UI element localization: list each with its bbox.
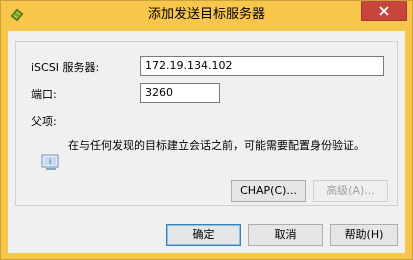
server-input[interactable]: 172.19.134.102 [140,56,384,76]
info-icon: i [41,154,59,170]
title-bar[interactable]: 添加发送目标服务器 [1,1,412,31]
chap-button[interactable]: CHAP(C)... [231,180,306,202]
parent-label: 父项: [31,115,57,128]
svg-text:i: i [49,157,51,166]
port-input[interactable]: 3260 [140,83,220,103]
window-title: 添加发送目标服务器 [147,7,265,22]
server-label: iSCSI 服务器: [31,61,100,74]
cancel-button[interactable]: 取消 [248,224,323,246]
help-button[interactable]: 帮助(H) [330,224,398,246]
auth-info-text: 在与任何发现的目标建立会话之前，可能需要配置身份验证。 [68,139,365,152]
close-button[interactable] [361,1,407,21]
dialog-window: 添加发送目标服务器 iSCSI 服务器: 172.19.134.102 端口: … [0,0,413,260]
dialog-body: iSCSI 服务器: 172.19.134.102 端口: 3260 父项: i… [8,31,405,253]
settings-group: iSCSI 服务器: 172.19.134.102 端口: 3260 父项: i… [15,41,398,206]
port-label: 端口: [31,88,57,101]
ok-button[interactable]: 确定 [166,224,241,246]
advanced-button[interactable]: 高级(A)... [313,180,388,202]
close-icon [379,6,389,16]
